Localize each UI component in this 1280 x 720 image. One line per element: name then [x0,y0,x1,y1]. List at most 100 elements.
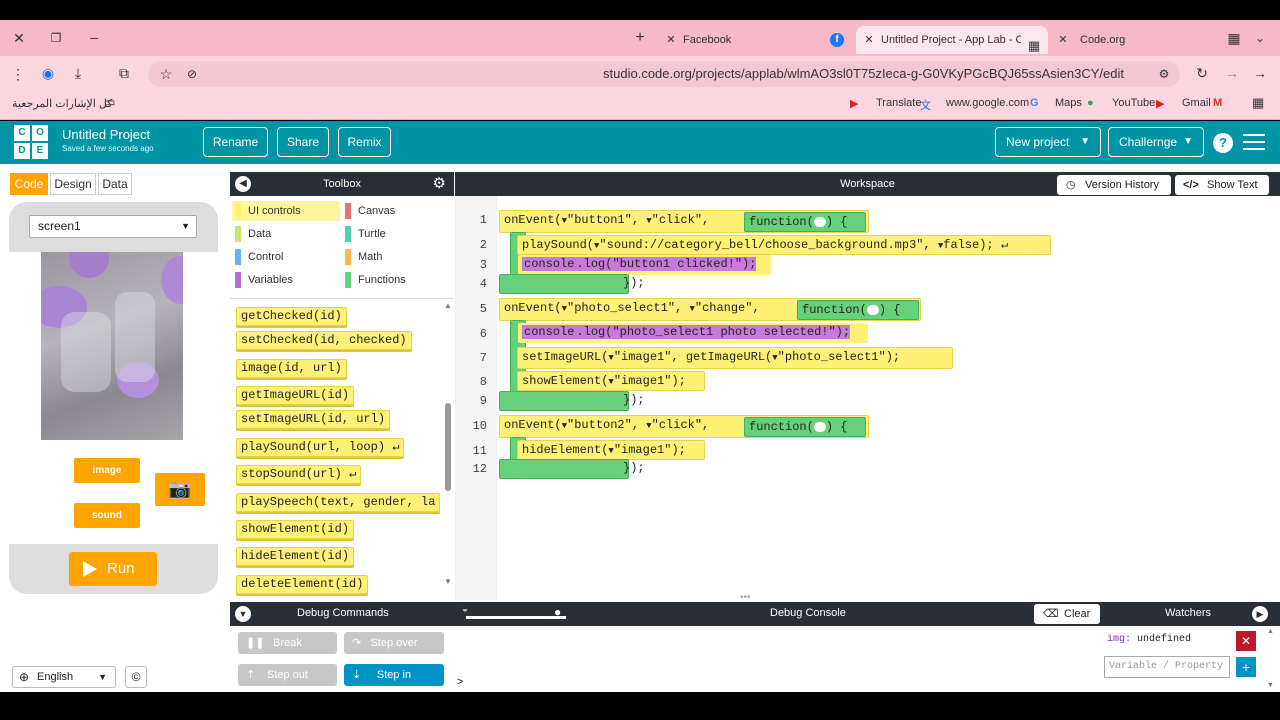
run-button[interactable]: Run [69,552,157,586]
category-control[interactable]: Control [232,247,340,267]
playsound-block[interactable]: playSound(▼"sound://category_bell/choose… [517,235,1051,255]
hamburger-menu-icon[interactable] [1243,134,1265,150]
console-log-block[interactable]: console .log("button1 clicked!"); [518,255,771,275]
minimize-window-icon[interactable]: – [84,27,104,47]
showelement-block[interactable]: showElement(▼"image1"); [517,371,705,391]
collapse-toolbox-icon[interactable]: ◀ [235,176,251,192]
bookmark-translate[interactable]: Translate [876,97,921,109]
slider-handle-icon[interactable]: ● [554,605,561,619]
show-text-button[interactable]: </> Show Text [1175,175,1269,195]
watch-input[interactable]: Variable / Property [1104,656,1230,678]
help-icon[interactable]: ? [1213,133,1233,153]
bookmark-google[interactable]: www.google.com [946,97,1029,109]
bookmark-gmail[interactable]: Gmail [1182,97,1211,109]
hideelement-block[interactable]: hideElement(▼"image1"); [517,440,705,460]
block-playsound[interactable]: playSound(url, loop) ↵ [236,438,405,457]
watchers-scrollbar[interactable]: ▲ ▼ [1267,628,1275,690]
code-org-logo[interactable]: C O D E [14,125,48,159]
no-tracking-icon[interactable]: ⊘ [182,64,202,84]
back-icon[interactable]: → [1250,63,1270,83]
bookmark-maps[interactable]: Maps [1055,97,1082,109]
scroll-up-icon[interactable]: ▲ [444,301,452,310]
debug-header: ▼ Debug Commands ◒ ● Debug Console ⌫ Cle… [230,602,1280,626]
tab-code-org[interactable]: ✕ Code.org [1052,26,1222,54]
function-block[interactable]: function() { [797,300,919,320]
gear-icon[interactable]: ⚙ [433,172,446,196]
site-settings-icon[interactable]: ⚙ [1154,64,1174,84]
tab-design[interactable]: Design [50,173,96,195]
category-functions[interactable]: Functions [342,270,450,290]
tab-facebook[interactable]: ✕ Facebook f [660,26,850,54]
block-playspeech[interactable]: playSpeech(text, gender, la [236,493,441,512]
block-deleteelement[interactable]: deleteElement(id) [236,575,369,594]
break-button[interactable]: ❚❚ Break [238,632,337,654]
challenge-button[interactable]: Challernge ▼ [1108,127,1204,157]
puzzle-extensions-icon[interactable]: ⧉ [114,63,134,83]
menu-dots-icon[interactable]: ⋮ [8,64,28,84]
extension-icon[interactable]: ◉ [38,63,58,83]
sound-button[interactable]: sound [74,503,140,528]
function-block[interactable]: function() { [744,212,866,232]
block-hideelement[interactable]: hideElement(id) [236,547,355,566]
block-getimageurl[interactable]: getImageURL(id) [236,386,355,405]
version-history-button[interactable]: ◷ Version History [1057,175,1171,195]
download-icon[interactable]: ⤓ [68,63,88,83]
tab-code[interactable]: Code [10,173,48,195]
clear-button[interactable]: ⌫ Clear [1034,604,1100,624]
debug-console[interactable]: > [455,626,1103,692]
block-showelement[interactable]: showElement(id) [236,520,355,539]
share-button[interactable]: Share [277,127,329,157]
clock-icon: ◷ [1066,179,1076,191]
step-out-button[interactable]: ⇡ Step out [238,664,337,686]
apps-grid-icon[interactable]: ▦ [1252,95,1264,111]
console-log-block[interactable]: console .log("photo_select1 photo selecte… [518,323,868,343]
remix-button[interactable]: Remix [338,127,391,157]
address-bar[interactable]: ☆ ⊘ studio.code.org/projects/applab/wlmA… [148,61,1180,87]
scroll-thumb[interactable] [445,403,451,491]
screen-dropdown[interactable]: screen1 ▼ [29,215,197,238]
step-in-button[interactable]: ⇣ Step in [344,664,444,686]
category-variables[interactable]: Variables [232,270,340,290]
collapse-watchers-icon[interactable]: ▶ [1252,606,1268,622]
close-tab-icon[interactable]: ✕ [664,30,678,50]
block-setchecked[interactable]: setChecked(id, checked) [236,331,412,350]
speed-slider[interactable] [466,616,566,619]
setimageurl-block[interactable]: setImageURL(▼"image1", getImageURL(▼"pho… [517,347,953,369]
photo-select-button[interactable]: 📷 [155,473,205,506]
step-in-icon: ⇣ [352,669,362,681]
block-setimageurl[interactable]: setImageURL(id, url) [236,410,391,429]
rename-button[interactable]: Rename [203,127,268,157]
function-block[interactable]: function() { [744,417,866,437]
tab-search-icon[interactable]: ⌄ [1250,28,1270,48]
toolbox-scrollbar[interactable]: ▲ ▼ [444,301,452,589]
remove-watch-icon[interactable]: ✕ [1236,631,1256,651]
category-turtle[interactable]: Turtle [342,224,450,244]
language-select[interactable]: ⊕ English ▼ [12,666,116,688]
new-project-button[interactable]: New project ▼ [995,127,1101,157]
star-bookmark-icon[interactable]: ☆ [156,64,176,84]
block-image[interactable]: image(id, url) [236,359,347,378]
tab-data[interactable]: Data [98,173,132,195]
reload-icon[interactable]: ↻ [1192,63,1212,83]
step-over-button[interactable]: ↷ Step over [344,632,444,654]
category-data[interactable]: Data [232,224,340,244]
close-tab-icon[interactable]: ✕ [1056,30,1070,50]
add-watch-icon[interactable]: + [1236,657,1256,677]
forward-icon[interactable]: → [1222,63,1242,83]
all-bookmarks-folder[interactable]: كل الإشارات المرجعية [12,97,112,110]
category-math[interactable]: Math [342,247,450,267]
close-tab-icon[interactable]: ✕ [862,30,876,50]
close-window-icon[interactable]: ✕ [9,28,29,48]
category-canvas[interactable]: Canvas [342,201,450,221]
block-stopsound[interactable]: stopSound(url) ↵ [236,465,362,484]
image-button[interactable]: image [74,458,140,483]
restore-window-icon[interactable]: ❐ [46,28,66,48]
copyright-button[interactable]: © [125,666,147,688]
new-tab-icon[interactable]: + [630,28,650,48]
block-getchecked[interactable]: getChecked(id) [236,307,347,326]
collapse-debug-icon[interactable]: ▼ [235,606,251,622]
category-ui-controls[interactable]: UI controls [232,201,340,221]
bookmark-youtube[interactable]: YouTube [1112,97,1155,109]
tab-app-lab[interactable]: ✕ Untitled Project - App Lab - Co ▦ [856,26,1048,54]
scroll-down-icon[interactable]: ▼ [444,577,452,586]
